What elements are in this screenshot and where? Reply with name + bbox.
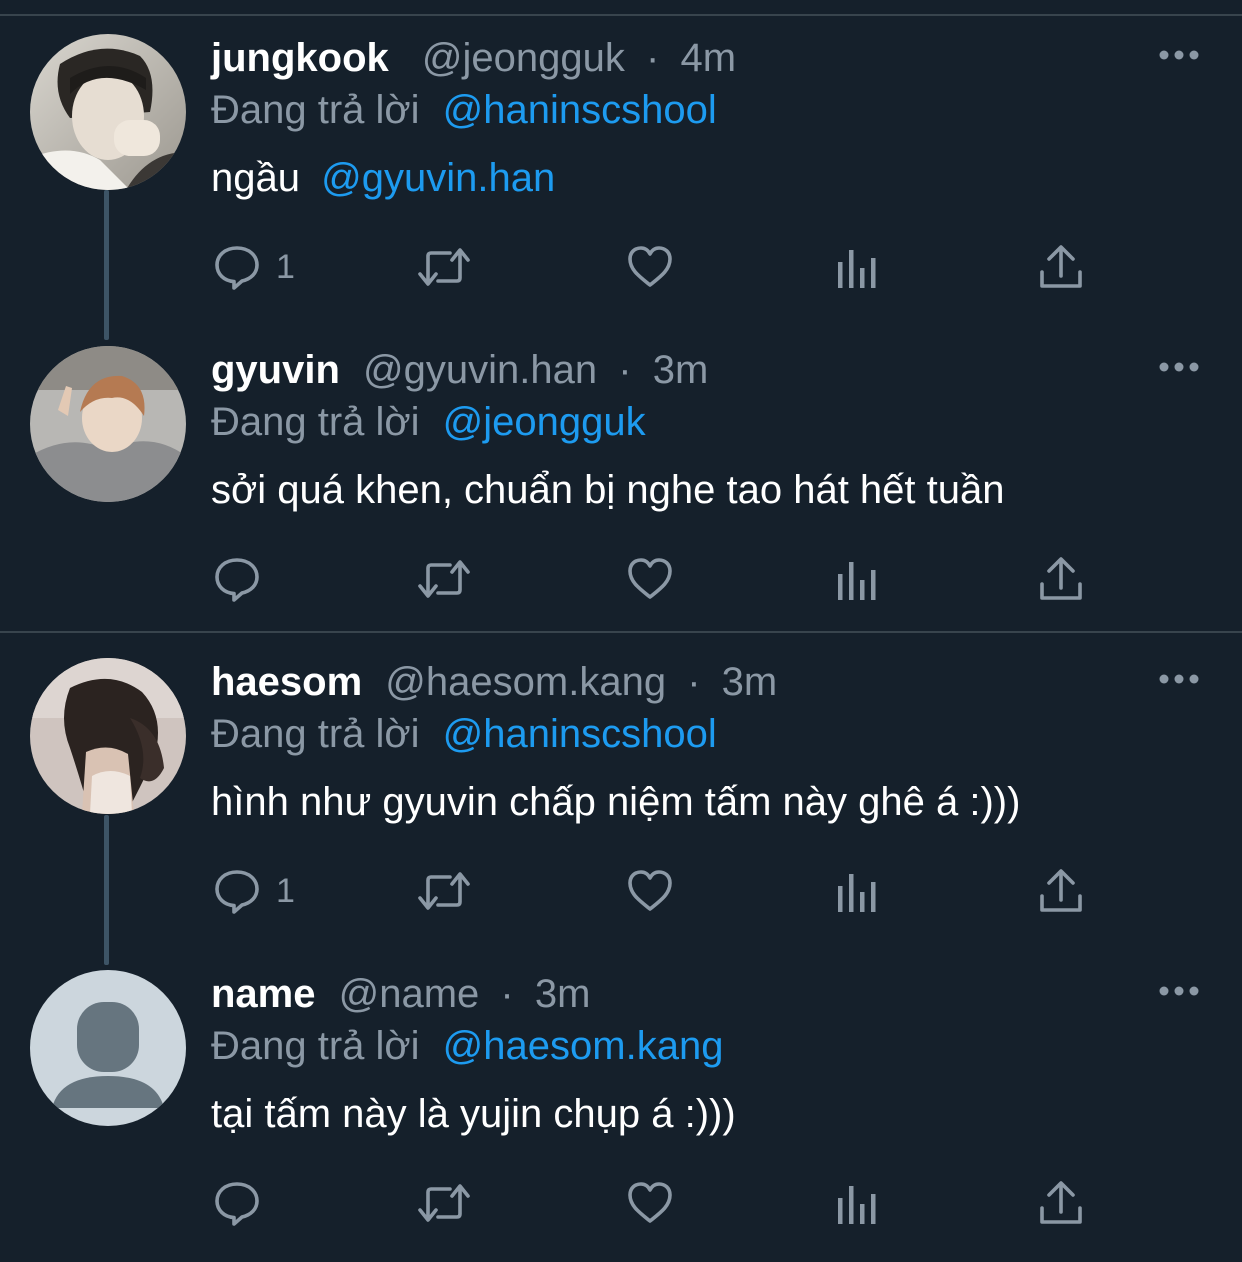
- reply-prefix: Đang trả lời: [211, 88, 420, 132]
- tweet-header: jungkook @jeongguk · 4m: [211, 34, 736, 82]
- tweet-text: ngầu @gyuvin.han: [211, 153, 555, 203]
- heart-icon: [628, 246, 672, 287]
- tweet[interactable]: gyuvin @gyuvin.han · 3m Đang trả lời @je…: [0, 326, 1242, 638]
- separator-dot: ·: [500, 972, 514, 1016]
- retweet-button[interactable]: [416, 242, 472, 292]
- user-handle[interactable]: @jeongguk: [422, 36, 625, 80]
- user-handle[interactable]: @haesom.kang: [385, 660, 666, 704]
- timestamp[interactable]: 3m: [653, 348, 709, 392]
- more-options-icon[interactable]: [1158, 356, 1200, 378]
- tweet-header: gyuvin @gyuvin.han · 3m: [211, 346, 708, 394]
- analytics-bars-icon: [838, 874, 876, 912]
- more-options-icon[interactable]: [1158, 668, 1200, 690]
- reply-button[interactable]: [212, 1178, 276, 1228]
- tweet-text-body: sởi quá khen, chuẩn bị nghe tao hát hết …: [211, 468, 1005, 512]
- separator-dot: ·: [646, 36, 660, 80]
- tweet-text: tại tấm này là yujin chụp á :))): [211, 1089, 736, 1139]
- timestamp[interactable]: 3m: [722, 660, 778, 704]
- reply-to-mention[interactable]: @haninscshool: [443, 712, 717, 756]
- reply-context: Đang trả lời @jeongguk: [211, 398, 646, 446]
- display-name[interactable]: haesom: [211, 660, 362, 704]
- display-name[interactable]: gyuvin: [211, 348, 340, 392]
- avatar[interactable]: [30, 346, 186, 502]
- tweet[interactable]: jungkook @jeongguk · 4m Đang trả lời @ha…: [0, 14, 1242, 326]
- timestamp[interactable]: 3m: [535, 972, 591, 1016]
- share-button[interactable]: [1038, 866, 1084, 916]
- retweet-button[interactable]: [416, 866, 472, 916]
- reply-to-mention[interactable]: @haninscshool: [443, 88, 717, 132]
- tweet[interactable]: name @name · 3m Đang trả lời @haesom.kan…: [0, 950, 1242, 1262]
- reply-context: Đang trả lời @haesom.kang: [211, 1022, 723, 1070]
- tweet-text: sởi quá khen, chuẩn bị nghe tao hát hết …: [211, 465, 1005, 515]
- user-handle[interactable]: @name: [339, 972, 480, 1016]
- more-options-icon[interactable]: [1158, 44, 1200, 66]
- like-button[interactable]: [625, 554, 675, 604]
- heart-icon: [628, 1182, 672, 1223]
- retweet-icon: [418, 248, 470, 286]
- retweet-button[interactable]: [416, 1178, 472, 1228]
- display-name[interactable]: jungkook: [211, 36, 389, 80]
- reply-prefix: Đang trả lời: [211, 712, 420, 756]
- more-options-icon[interactable]: [1158, 980, 1200, 1002]
- timestamp[interactable]: 4m: [680, 36, 736, 80]
- reply-bubble-icon: [215, 558, 259, 602]
- user-handle[interactable]: @gyuvin.han: [363, 348, 597, 392]
- share-upload-icon: [1040, 869, 1082, 912]
- text-mention[interactable]: @gyuvin.han: [321, 156, 555, 200]
- like-button[interactable]: [625, 1178, 675, 1228]
- share-button[interactable]: [1038, 242, 1084, 292]
- avatar[interactable]: [30, 658, 186, 814]
- share-upload-icon: [1040, 1181, 1082, 1224]
- share-upload-icon: [1040, 557, 1082, 600]
- like-button[interactable]: [625, 242, 675, 292]
- like-button[interactable]: [625, 866, 675, 916]
- reply-bubble-icon: [215, 1182, 259, 1226]
- views-button[interactable]: [834, 554, 878, 604]
- display-name[interactable]: name: [211, 972, 316, 1016]
- retweet-icon: [418, 1184, 470, 1222]
- retweet-icon: [418, 872, 470, 910]
- reply-to-mention[interactable]: @haesom.kang: [443, 1024, 724, 1068]
- tweet-text-body: ngầu: [211, 156, 300, 200]
- share-upload-icon: [1040, 245, 1082, 288]
- views-button[interactable]: [834, 242, 878, 292]
- reply-prefix: Đang trả lời: [211, 400, 420, 444]
- reply-bubble-icon: [215, 246, 259, 290]
- analytics-bars-icon: [838, 250, 876, 288]
- retweet-icon: [418, 560, 470, 598]
- reply-bubble-icon: [215, 870, 259, 914]
- avatar[interactable]: [30, 34, 186, 190]
- reply-count: 1: [276, 248, 295, 286]
- share-button[interactable]: [1038, 554, 1084, 604]
- reply-to-mention[interactable]: @jeongguk: [443, 400, 646, 444]
- tweet-header: haesom @haesom.kang · 3m: [211, 658, 777, 706]
- views-button[interactable]: [834, 1178, 878, 1228]
- reply-button[interactable]: 1: [212, 242, 295, 292]
- views-button[interactable]: [834, 866, 878, 916]
- heart-icon: [628, 558, 672, 599]
- tweet[interactable]: haesom @haesom.kang · 3m Đang trả lời @h…: [0, 638, 1242, 950]
- analytics-bars-icon: [838, 1186, 876, 1224]
- tweet-text: hình như gyuvin chấp niệm tấm này ghê á …: [211, 777, 1020, 827]
- reply-prefix: Đang trả lời: [211, 1024, 420, 1068]
- tweet-header: name @name · 3m: [211, 970, 590, 1018]
- default-profile-icon[interactable]: [30, 970, 186, 1126]
- reply-count: 1: [276, 872, 295, 910]
- separator-dot: ·: [618, 348, 632, 392]
- retweet-button[interactable]: [416, 554, 472, 604]
- reply-context: Đang trả lời @haninscshool: [211, 710, 717, 758]
- reply-context: Đang trả lời @haninscshool: [211, 86, 717, 134]
- reply-button[interactable]: [212, 554, 276, 604]
- heart-icon: [628, 870, 672, 911]
- reply-button[interactable]: 1: [212, 866, 295, 916]
- separator-dot: ·: [687, 660, 701, 704]
- tweet-text-body: hình như gyuvin chấp niệm tấm này ghê á …: [211, 780, 1021, 824]
- tweet-text-body: tại tấm này là yujin chụp á :))): [211, 1092, 736, 1136]
- analytics-bars-icon: [838, 562, 876, 600]
- share-button[interactable]: [1038, 1178, 1084, 1228]
